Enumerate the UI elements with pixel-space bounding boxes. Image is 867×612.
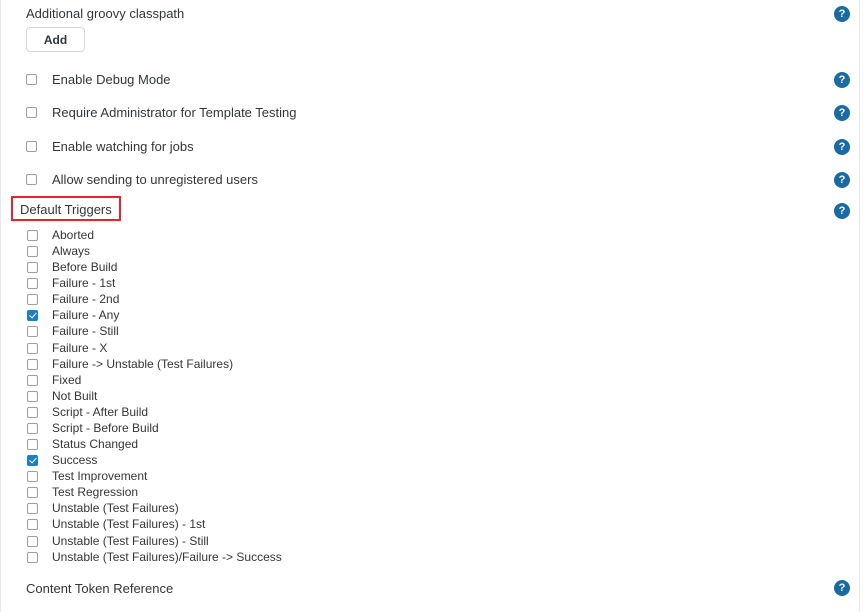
trigger-row[interactable]: Script - Before Build: [27, 421, 159, 436]
checkbox-unchecked-icon[interactable]: [27, 439, 38, 450]
checkbox-unchecked-icon[interactable]: [26, 174, 37, 185]
trigger-label: Test Improvement: [52, 469, 148, 483]
trigger-row[interactable]: Failure - 1st: [27, 276, 115, 291]
help-icon-allow-unregistered[interactable]: ?: [834, 172, 850, 188]
checkbox-unchecked-icon[interactable]: [26, 74, 37, 85]
main-option-label: Enable Debug Mode: [52, 72, 171, 87]
main-option-label: Allow sending to unregistered users: [52, 172, 258, 187]
trigger-row[interactable]: Failure - 2nd: [27, 292, 119, 307]
trigger-row[interactable]: Test Regression: [27, 485, 138, 500]
main-option-row[interactable]: Enable Debug Mode: [26, 72, 171, 87]
checkbox-checked-icon[interactable]: [27, 310, 38, 321]
trigger-label: Unstable (Test Failures)/Failure -> Succ…: [52, 550, 282, 564]
trigger-label: Failure - 1st: [52, 276, 116, 290]
main-option-label: Require Administrator for Template Testi…: [52, 105, 297, 120]
checkbox-unchecked-icon[interactable]: [27, 230, 38, 241]
add-button[interactable]: Add: [26, 27, 85, 52]
help-icon-content-token-reference[interactable]: ?: [834, 580, 850, 596]
help-icon-groovy-classpath[interactable]: ?: [834, 6, 850, 22]
checkbox-unchecked-icon[interactable]: [27, 503, 38, 514]
checkbox-unchecked-icon[interactable]: [27, 294, 38, 305]
trigger-row[interactable]: Fixed: [27, 373, 81, 388]
main-option-label: Enable watching for jobs: [52, 139, 194, 154]
checkbox-unchecked-icon[interactable]: [26, 141, 37, 152]
trigger-label: Failure - Still: [52, 324, 119, 338]
checkbox-unchecked-icon[interactable]: [27, 246, 38, 257]
trigger-row[interactable]: Not Built: [27, 389, 97, 404]
trigger-label: Not Built: [52, 389, 98, 403]
main-option-row[interactable]: Enable watching for jobs: [26, 139, 194, 154]
trigger-row[interactable]: Failure - Still: [27, 324, 119, 339]
trigger-row[interactable]: Test Improvement: [27, 469, 147, 484]
checkbox-unchecked-icon[interactable]: [27, 536, 38, 547]
settings-page: Additional groovy classpath Add Enable D…: [0, 0, 867, 612]
help-icon-enable-debug-mode[interactable]: ?: [834, 72, 850, 88]
checkbox-unchecked-icon[interactable]: [27, 326, 38, 337]
groovy-classpath-label: Additional groovy classpath: [26, 6, 185, 21]
checkbox-unchecked-icon[interactable]: [27, 552, 38, 563]
trigger-label: Always: [52, 244, 91, 258]
right-border-rule: [859, 0, 860, 612]
checkbox-unchecked-icon[interactable]: [27, 519, 38, 530]
trigger-label: Unstable (Test Failures) - Still: [52, 534, 209, 548]
trigger-row[interactable]: Failure - X: [27, 341, 107, 356]
trigger-label: Failure - Any: [52, 308, 120, 322]
trigger-label: Before Build: [52, 260, 118, 274]
trigger-row[interactable]: Script - After Build: [27, 405, 148, 420]
trigger-label: Fixed: [52, 373, 82, 387]
checkbox-unchecked-icon[interactable]: [27, 423, 38, 434]
help-icon-default-triggers[interactable]: ?: [834, 203, 850, 219]
help-icon-enable-watching[interactable]: ?: [834, 139, 850, 155]
checkbox-unchecked-icon[interactable]: [26, 107, 37, 118]
checkbox-unchecked-icon[interactable]: [27, 359, 38, 370]
trigger-label: Test Regression: [52, 485, 139, 499]
checkbox-unchecked-icon[interactable]: [27, 471, 38, 482]
checkbox-unchecked-icon[interactable]: [27, 391, 38, 402]
trigger-label: Aborted: [52, 228, 95, 242]
trigger-label: Success: [52, 453, 98, 467]
trigger-row[interactable]: Unstable (Test Failures): [27, 501, 179, 516]
trigger-row[interactable]: Unstable (Test Failures) - Still: [27, 534, 209, 549]
trigger-label: Script - Before Build: [52, 421, 159, 435]
checkbox-unchecked-icon[interactable]: [27, 487, 38, 498]
main-option-row[interactable]: Allow sending to unregistered users: [26, 172, 258, 187]
trigger-label: Failure -> Unstable (Test Failures): [52, 357, 234, 371]
trigger-row[interactable]: Unstable (Test Failures) - 1st: [27, 517, 205, 532]
main-option-row[interactable]: Require Administrator for Template Testi…: [26, 105, 296, 120]
trigger-row[interactable]: Aborted: [27, 228, 94, 243]
trigger-row[interactable]: Unstable (Test Failures)/Failure -> Succ…: [27, 550, 282, 565]
trigger-label: Status Changed: [52, 437, 139, 451]
checkbox-unchecked-icon[interactable]: [27, 343, 38, 354]
checkbox-unchecked-icon[interactable]: [27, 262, 38, 273]
trigger-row[interactable]: Failure -> Unstable (Test Failures): [27, 357, 233, 372]
checkbox-unchecked-icon[interactable]: [27, 278, 38, 289]
trigger-row[interactable]: Success: [27, 453, 97, 468]
help-icon-require-administrator[interactable]: ?: [834, 105, 850, 121]
default-triggers-label: Default Triggers: [20, 202, 112, 217]
trigger-row[interactable]: Failure - Any: [27, 308, 119, 323]
trigger-label: Unstable (Test Failures) - 1st: [52, 517, 206, 531]
trigger-row[interactable]: Status Changed: [27, 437, 138, 452]
content-token-reference-label: Content Token Reference: [26, 581, 174, 596]
checkbox-checked-icon[interactable]: [27, 455, 38, 466]
checkbox-unchecked-icon[interactable]: [27, 407, 38, 418]
trigger-label: Failure - 2nd: [52, 292, 120, 306]
trigger-label: Failure - X: [52, 341, 108, 355]
trigger-label: Unstable (Test Failures): [52, 501, 179, 515]
trigger-label: Script - After Build: [52, 405, 149, 419]
checkbox-unchecked-icon[interactable]: [27, 375, 38, 386]
trigger-row[interactable]: Before Build: [27, 260, 117, 275]
trigger-row[interactable]: Always: [27, 244, 90, 259]
